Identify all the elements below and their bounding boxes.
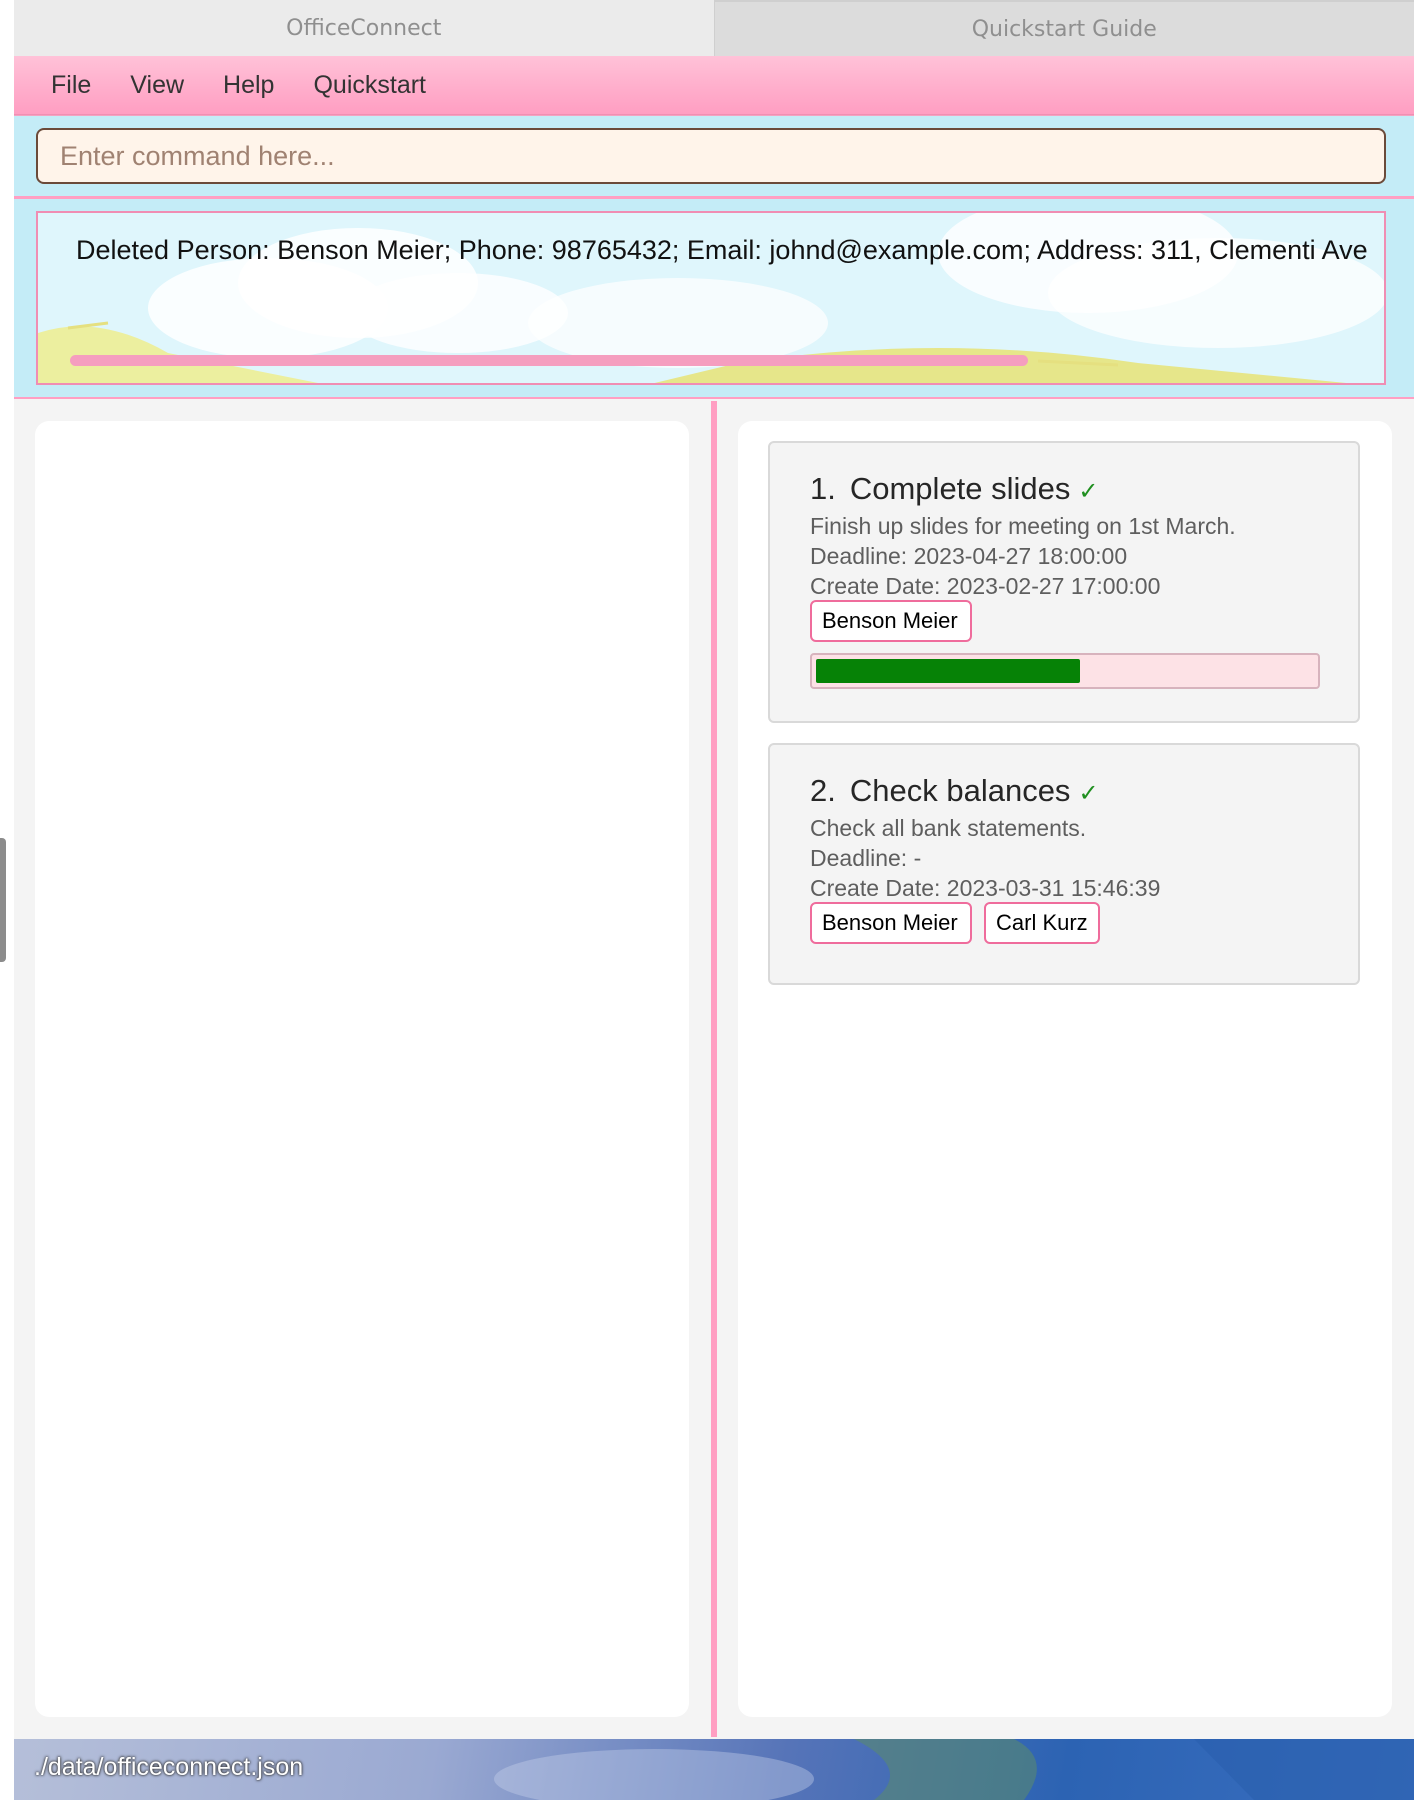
result-display-area: Deleted Person: Benson Meier; Phone: 987… [14, 199, 1414, 399]
tab-quickstart-guide[interactable]: Quickstart Guide [714, 0, 1414, 56]
task-description: Check all bank statements. [810, 815, 1087, 841]
assignee-tag: Carl Kurz [984, 902, 1100, 944]
task-list-panel[interactable]: 1. Complete slides ✓ Finish up slides for … [738, 421, 1392, 1717]
person-list-panel[interactable] [35, 421, 689, 1717]
menu-file[interactable]: File [51, 71, 91, 100]
task-deadline: Deadline: 2023-04-27 18:00:00 [810, 543, 1128, 569]
office-connect-app: OfficeConnect Quickstart Guide File View… [14, 0, 1414, 1800]
task-create-date: Create Date: 2023-03-31 15:46:39 [810, 875, 1161, 901]
task-create-date: Create Date: 2023-02-27 17:00:00 [810, 573, 1161, 599]
task-title-row: 1. Complete slides ✓ [810, 471, 1099, 507]
tab-bar: OfficeConnect Quickstart Guide [14, 0, 1414, 56]
task-title: Check balances [849, 773, 1071, 808]
window-resize-handle[interactable] [0, 838, 6, 962]
assignee-tag: Benson Meier [810, 600, 972, 642]
main-panels: 1. Complete slides ✓ Finish up slides for … [14, 399, 1414, 1738]
task-index: 1. [810, 471, 836, 506]
assignee-tag: Benson Meier [810, 902, 972, 944]
task-progress-fill [816, 659, 1080, 683]
task-card[interactable]: 1. Complete slides ✓ Finish up slides for … [768, 441, 1360, 723]
check-icon: ✓ [1078, 478, 1099, 505]
task-card[interactable]: 2. Check balances ✓ Check all bank stateme… [768, 743, 1360, 985]
command-input[interactable] [36, 128, 1386, 184]
command-box-area [14, 115, 1414, 199]
check-icon: ✓ [1078, 780, 1099, 807]
window-edge [0, 0, 14, 1800]
menu-quickstart[interactable]: Quickstart [313, 71, 426, 100]
tab-officeconnect[interactable]: OfficeConnect [14, 0, 715, 56]
menu-help[interactable]: Help [223, 71, 274, 100]
result-message: Deleted Person: Benson Meier; Phone: 987… [76, 235, 1376, 265]
task-title-row: 2. Check balances ✓ [810, 773, 1099, 809]
task-deadline: Deadline: - [810, 845, 922, 871]
result-horizontal-scrollbar[interactable] [70, 355, 1028, 366]
save-location-path: ./data/officeconnect.json [34, 1753, 304, 1781]
result-display: Deleted Person: Benson Meier; Phone: 987… [36, 211, 1386, 385]
menu-view[interactable]: View [130, 71, 184, 100]
status-bar: ./data/officeconnect.json [14, 1739, 1414, 1800]
task-index: 2. [810, 773, 836, 808]
panel-split-divider[interactable] [711, 401, 717, 1737]
task-description: Finish up slides for meeting on 1st Marc… [810, 513, 1236, 539]
menu-bar: File View Help Quickstart [14, 56, 1414, 115]
task-progress-bar [810, 653, 1320, 689]
task-title: Complete slides [849, 471, 1071, 506]
